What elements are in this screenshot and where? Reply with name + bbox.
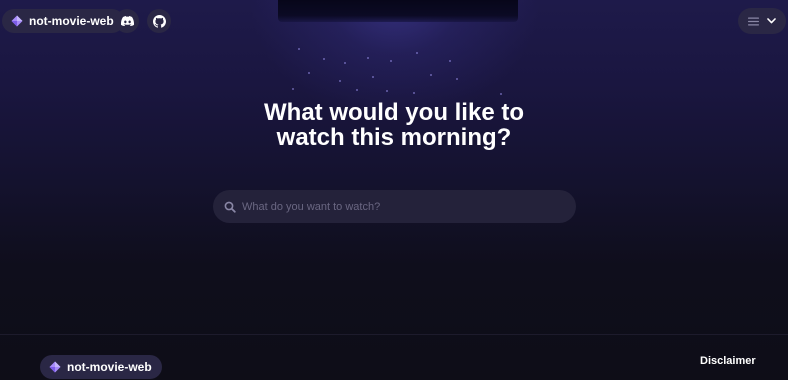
discord-icon: [120, 16, 134, 26]
search-bar[interactable]: [213, 190, 576, 223]
header-brand-name: not-movie-web: [29, 14, 114, 28]
search-input[interactable]: [242, 196, 562, 217]
header-brand-link[interactable]: not-movie-web: [2, 9, 124, 33]
github-button[interactable]: [147, 9, 171, 33]
hero-title-line-1: What would you like to: [264, 99, 524, 126]
diamond-logo-icon: [11, 15, 23, 27]
footer-brand-name: not-movie-web: [67, 360, 152, 374]
footer-divider: [0, 334, 788, 335]
top-spotlight-lamp: [278, 0, 518, 22]
menu-toggle-button[interactable]: [738, 8, 786, 34]
discord-button[interactable]: [115, 9, 139, 33]
disclaimer-link[interactable]: Disclaimer: [700, 355, 756, 367]
footer-brand-link[interactable]: not-movie-web: [40, 355, 162, 379]
search-icon: [224, 201, 236, 213]
github-icon: [152, 14, 166, 28]
hero-title: What would you like to watch this mornin…: [0, 100, 788, 150]
diamond-logo-icon: [49, 361, 61, 373]
chevron-down-icon: [767, 18, 776, 24]
hero-title-line-2: watch this morning?: [276, 124, 512, 151]
hamburger-menu-icon: [748, 17, 759, 26]
